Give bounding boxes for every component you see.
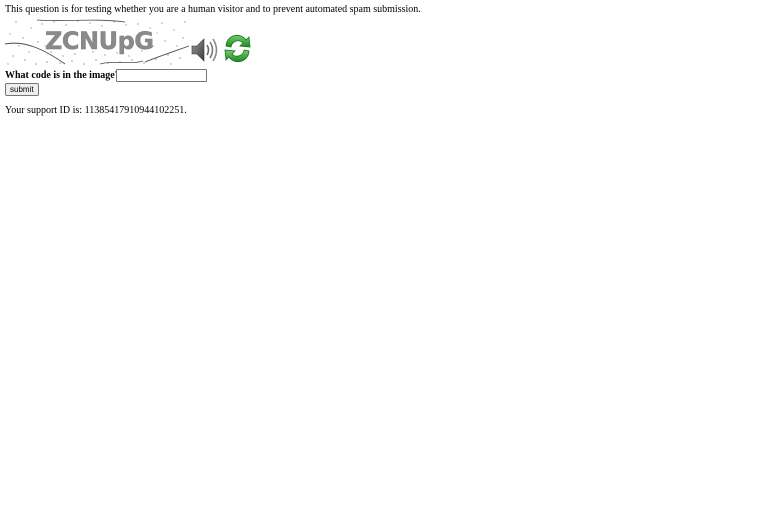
captcha-row: ZCNUpG: [5, 16, 745, 69]
speaker-icon: [191, 38, 218, 62]
captcha-form-row: What code is in the image?: [5, 69, 745, 83]
page-content: This question is for testing whether you…: [5, 4, 745, 117]
audio-captcha-button[interactable]: [191, 36, 221, 64]
support-id-value: 11385417910944102251: [84, 105, 185, 116]
support-id-prefix: Your support ID is:: [5, 105, 85, 116]
captcha-code-input[interactable]: [116, 69, 207, 82]
refresh-captcha-button[interactable]: [222, 33, 253, 64]
refresh-icon: [224, 34, 251, 63]
captcha-question-label: What code is in the image?: [5, 70, 120, 81]
support-id-line: Your support ID is: 11385417910944102251…: [5, 105, 745, 117]
intro-text: This question is for testing whether you…: [5, 4, 421, 15]
captcha-image: ZCNUpG: [5, 16, 190, 67]
submit-button[interactable]: submit: [5, 83, 39, 96]
support-id-suffix: .: [184, 105, 187, 116]
captcha-code-text: ZCNUpG: [45, 27, 153, 55]
